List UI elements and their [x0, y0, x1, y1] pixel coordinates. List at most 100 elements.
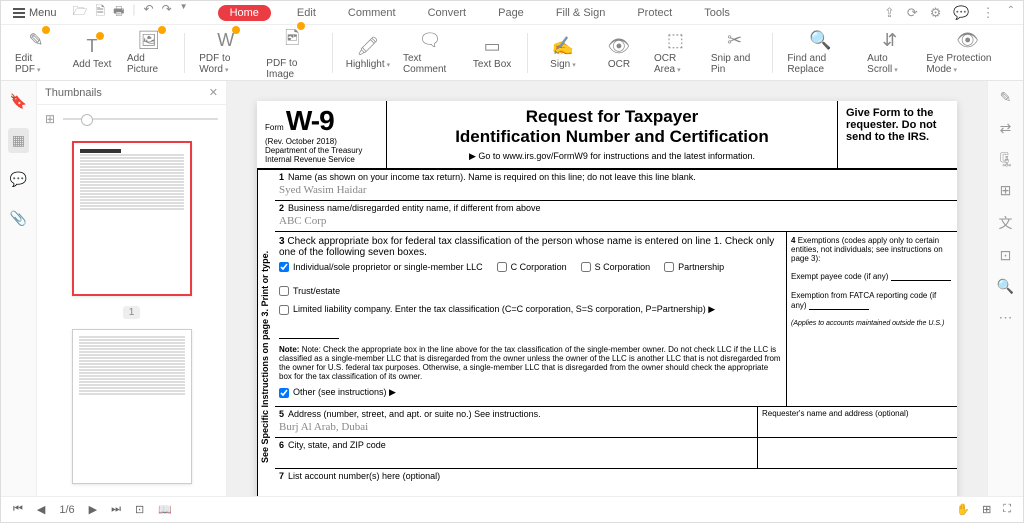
view-mode-icon[interactable]: ⊞ — [982, 503, 991, 516]
tab-home[interactable]: Home — [218, 5, 271, 21]
tab-edit[interactable]: Edit — [291, 5, 322, 21]
form-title-1: Request for Taxpayer — [393, 107, 831, 127]
find-replace-button[interactable]: 🔍Find and Replace — [783, 28, 857, 78]
tab-protect[interactable]: Protect — [631, 5, 678, 21]
menu-button[interactable]: Menu — [9, 5, 61, 21]
tab-convert[interactable]: Convert — [422, 5, 473, 21]
fit-page-icon[interactable]: ⊡ — [135, 503, 144, 516]
field-1-label: Name (as shown on your income tax return… — [288, 172, 696, 182]
translate-tool-icon[interactable]: 文 — [999, 213, 1013, 233]
thumbnail-page-2[interactable] — [72, 329, 192, 484]
close-icon[interactable]: ✕ — [209, 86, 218, 99]
form-title-2: Identification Number and Certification — [393, 127, 831, 147]
highlight-icon: 🖍 — [357, 36, 380, 57]
pdf-to-word-icon: W — [217, 30, 234, 51]
search-tool-icon[interactable]: 🔍 — [997, 278, 1014, 295]
add-text-button[interactable]: TAdd Text — [67, 28, 117, 78]
attachments-icon[interactable]: 📎 — [6, 206, 31, 231]
check-individual[interactable]: Individual/sole proprietor or single-mem… — [279, 262, 483, 272]
auto-scroll-button[interactable]: ⇵Auto Scroll▾ — [863, 28, 916, 78]
collapse-icon[interactable]: ⌃ — [1007, 5, 1015, 21]
edit-pdf-button[interactable]: ✎Edit PDF▾ — [11, 28, 61, 78]
print-icon[interactable]: 🖶 — [113, 2, 124, 23]
page-indicator[interactable]: 1/6 — [59, 504, 74, 516]
page-number-1: 1 — [123, 306, 141, 319]
nav-last-icon[interactable]: ⏭ — [111, 503, 121, 516]
open-icon[interactable]: 🗁 — [73, 2, 88, 23]
field-6-label: City, state, and ZIP code — [288, 440, 386, 450]
check-scorp[interactable]: S Corporation — [581, 262, 651, 272]
read-mode-icon[interactable]: 📖 — [158, 503, 172, 516]
tab-comment[interactable]: Comment — [342, 5, 402, 21]
more-tool-icon[interactable]: ⋯ — [999, 309, 1013, 326]
text-comment-icon: 🗨 — [419, 30, 442, 51]
text-box-icon: ▭ — [484, 36, 501, 57]
highlight-button[interactable]: 🖍Highlight▾ — [343, 28, 393, 78]
eye-icon: 👁 — [956, 30, 979, 51]
check-llc[interactable]: Limited liability company. Enter the tax… — [279, 304, 715, 315]
bookmark-icon[interactable]: 🔖 — [6, 89, 31, 114]
field-1-value[interactable]: Syed Wasim Haidar — [279, 182, 953, 198]
comments-icon[interactable]: 💬 — [6, 167, 31, 192]
add-picture-icon: 🖼 — [137, 30, 160, 51]
text-box-button[interactable]: ▭Text Box — [467, 28, 517, 78]
ocr-area-button[interactable]: ⬚OCR Area▾ — [650, 28, 701, 78]
field-3-label: Check appropriate box for federal tax cl… — [279, 236, 774, 258]
merge-tool-icon[interactable]: ⊞ — [1000, 182, 1012, 199]
form-dept: Department of the Treasury — [265, 146, 362, 155]
field-4-label: Exemptions (codes apply only to certain … — [791, 236, 943, 263]
nav-prev-icon[interactable]: ◀ — [37, 503, 45, 516]
thumb-size-slider[interactable] — [63, 118, 218, 120]
pdf-to-word-button[interactable]: WPDF to Word▾ — [195, 28, 256, 78]
thumbnails-title: Thumbnails — [45, 87, 102, 99]
thumbnails-icon[interactable]: ▦ — [8, 128, 29, 153]
requester-label: Requester's name and address (optional) — [757, 407, 957, 437]
ocr-area-icon: ⬚ — [667, 30, 684, 51]
hand-tool-icon[interactable]: ✋ — [956, 503, 970, 516]
crop-tool-icon[interactable]: ⊡ — [1000, 247, 1012, 264]
fullscreen-icon[interactable]: ⛶ — [1003, 503, 1011, 516]
convert-tool-icon[interactable]: ⇄ — [1000, 120, 1012, 137]
refresh-icon[interactable]: ⟳ — [907, 5, 918, 21]
check-other[interactable]: Other (see instructions) ▶ — [279, 387, 396, 398]
nav-first-icon[interactable]: ⏮ — [13, 503, 23, 516]
eye-protection-button[interactable]: 👁Eye Protection Mode▾ — [922, 28, 1013, 78]
form-goto: ▶ Go to www.irs.gov/FormW9 for instructi… — [393, 151, 831, 162]
form-number: W-9 — [286, 105, 334, 136]
fatca-note: (Applies to accounts maintained outside … — [791, 320, 953, 327]
pdf-to-image-button[interactable]: 🖻PDF to Image — [262, 28, 322, 78]
pdf-page: Form W-9 (Rev. October 2018) Department … — [257, 101, 957, 496]
add-picture-button[interactable]: 🖼Add Picture — [123, 28, 174, 78]
thumbnail-page-1[interactable] — [72, 141, 192, 296]
snip-button[interactable]: ✂Snip and Pin — [707, 28, 763, 78]
document-viewport[interactable]: Form W-9 (Rev. October 2018) Department … — [227, 81, 987, 496]
tab-tools[interactable]: Tools — [698, 5, 736, 21]
compress-tool-icon[interactable]: 🗜 — [997, 151, 1015, 168]
save-icon[interactable]: 🗎 — [95, 2, 105, 23]
auto-scroll-icon: ⇵ — [882, 30, 897, 51]
check-trust[interactable]: Trust/estate — [279, 286, 340, 296]
tab-page[interactable]: Page — [492, 5, 530, 21]
check-ccorp[interactable]: C Corporation — [497, 262, 567, 272]
redo-icon[interactable]: ↷ — [162, 2, 172, 23]
pdf-to-image-icon: 🖻 — [285, 26, 299, 56]
ocr-button[interactable]: 👁OCR — [594, 28, 644, 78]
llc-note: Note: Check the appropriate box in the l… — [279, 345, 781, 381]
qat-dropdown-icon[interactable]: ▼ — [180, 2, 188, 23]
form-word: Form — [265, 123, 284, 132]
settings-icon[interactable]: ⚙ — [930, 5, 942, 21]
more-icon[interactable]: ⋮ — [982, 5, 995, 21]
feedback-icon[interactable]: 💬 — [953, 5, 969, 21]
nav-next-icon[interactable]: ▶ — [89, 503, 97, 516]
check-partnership[interactable]: Partnership — [664, 262, 724, 272]
tab-fillsign[interactable]: Fill & Sign — [550, 5, 612, 21]
text-comment-button[interactable]: 🗨Text Comment — [399, 28, 461, 78]
sign-button[interactable]: ✍Sign▾ — [538, 28, 588, 78]
undo-icon[interactable]: ↶ — [144, 2, 154, 23]
sign-icon: ✍ — [552, 36, 574, 57]
field-2-value[interactable]: ABC Corp — [279, 213, 953, 229]
thumb-options-icon[interactable]: ⊞ — [45, 112, 55, 126]
field-5-value[interactable]: Burj Al Arab, Dubai — [279, 419, 753, 435]
share-icon[interactable]: ⇪ — [884, 5, 895, 21]
edit-tool-icon[interactable]: ✎ — [1000, 89, 1012, 106]
